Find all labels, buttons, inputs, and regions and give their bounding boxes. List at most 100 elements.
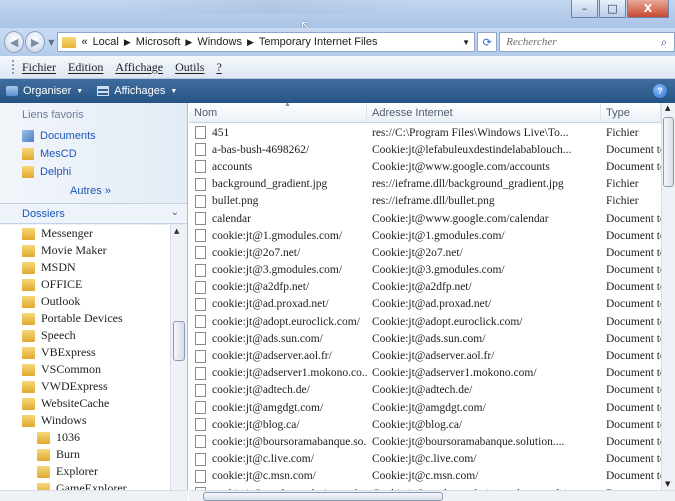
file-type: Fichier (606, 178, 639, 191)
scroll-thumb[interactable] (173, 321, 185, 361)
folder-tree-scrollbar[interactable]: ▲ (170, 225, 187, 490)
menu-edition[interactable]: Edition (68, 60, 103, 75)
folder-tree-hscrollbar[interactable] (0, 490, 188, 501)
file-row[interactable]: calendar Cookie:jt@www.google.com/calenda… (189, 210, 661, 227)
file-row[interactable]: bullet.png res://ieframe.dll/bullet.png Fi… (189, 193, 661, 210)
file-row[interactable]: cookie:jt@adtech.de/Cookie:jt@adtech.de/… (189, 382, 661, 399)
more-favorites-link[interactable]: Autres » (0, 181, 187, 201)
close-button[interactable]: X (627, 0, 669, 18)
file-type: Document texte (606, 367, 661, 380)
organize-icon (6, 86, 18, 96)
chevron-down-icon[interactable]: ⌄ (171, 207, 179, 218)
file-row[interactable]: background_gradient.jpg res://ieframe.dll… (189, 176, 661, 193)
scroll-down-icon[interactable]: ▼ (665, 480, 670, 488)
folder-tree-item[interactable]: Burn (0, 446, 170, 463)
file-icon (195, 435, 206, 449)
file-type: Document texte (606, 246, 661, 259)
file-row[interactable]: accounts Cookie:jt@www.google.com/account… (189, 158, 661, 175)
breadcrumb-microsoft[interactable]: Microsoft (136, 36, 181, 48)
address-bar[interactable]: « Local ▶ Microsoft ▶ Windows ▶ Temporar… (57, 32, 476, 52)
folder-tree-item[interactable]: Messenger (0, 225, 170, 242)
breadcrumb-overflow[interactable]: « (81, 36, 87, 48)
file-icon (195, 366, 206, 380)
file-row[interactable]: cookie:jt@blog.ca/Cookie:jt@blog.ca/Docu… (189, 416, 661, 433)
folder-tree-item[interactable]: VSCommon (0, 361, 170, 378)
file-rows: 451 res://C:\Program Files\Windows Live\T… (189, 124, 661, 501)
file-list-hscrollbar[interactable] (189, 490, 675, 501)
folder-tree-item[interactable]: VBExpress (0, 344, 170, 361)
breadcrumb-windows[interactable]: Windows (197, 36, 242, 48)
views-button[interactable]: Affichages ▼ (97, 85, 177, 97)
forward-arrow-icon[interactable]: ▶ (25, 31, 46, 53)
breadcrumb-temporary-internet-files[interactable]: Temporary Internet Files (259, 36, 378, 48)
organize-button[interactable]: Organiser ▼ (6, 85, 83, 97)
file-row[interactable]: cookie:jt@adserver1.mokono.co... Cookie:j… (189, 365, 661, 382)
file-name: cookie:jt@amgdgt.com/ (212, 401, 324, 414)
file-row[interactable]: cookie:jt@a2dfp.net/Cookie:jt@a2dfp.net/… (189, 279, 661, 296)
menu-bar: Fichier Edition Affichage Outils ? (0, 56, 675, 79)
window-controls: – □ X (571, 0, 669, 18)
menu-help[interactable]: ? (216, 60, 221, 75)
column-address[interactable]: Adresse Internet (367, 103, 601, 123)
favorite-delphi[interactable]: Delphi (0, 163, 187, 181)
folder-tree-item[interactable]: MSDN (0, 259, 170, 276)
folder-tree-item[interactable]: Movie Maker (0, 242, 170, 259)
column-name[interactable]: ▲ Nom (189, 103, 367, 123)
magnifier-icon[interactable]: ⌕ (654, 35, 674, 50)
breadcrumb-separator-icon[interactable]: ▶ (247, 37, 254, 48)
file-row[interactable]: cookie:jt@adopt.euroclick.com/Cookie:jt@… (189, 313, 661, 330)
menu-fichier[interactable]: Fichier (22, 60, 56, 75)
menu-affichage[interactable]: Affichage (115, 60, 163, 75)
help-icon[interactable]: ? (653, 84, 667, 98)
file-name-cell: cookie:jt@adserver.aol.fr/ (189, 349, 367, 363)
scroll-thumb[interactable] (663, 117, 674, 187)
file-row[interactable]: cookie:jt@ad.proxad.net/Cookie:jt@ad.pro… (189, 296, 661, 313)
file-row[interactable]: cookie:jt@2o7.net/Cookie:jt@2o7.net/Docu… (189, 244, 661, 261)
favorite-documents[interactable]: Documents (0, 127, 187, 145)
folder-tree-label: Portable Devices (41, 311, 123, 325)
folder-tree-item[interactable]: VWDExpress (0, 378, 170, 395)
folder-tree-label: Speech (41, 328, 76, 342)
file-address: Cookie:jt@www.google.com/accounts (372, 160, 550, 173)
file-row[interactable]: a-bas-bush-4698262/Cookie:jt@lefabuleuxd… (189, 141, 661, 158)
file-list-scrollbar[interactable]: ▲ ▼ (661, 103, 675, 490)
file-row[interactable]: cookie:jt@adserver.aol.fr/Cookie:jt@adse… (189, 347, 661, 364)
folder-tree-item[interactable]: Windows (0, 412, 170, 429)
file-type: Fichier (606, 126, 639, 139)
favorite-mescd[interactable]: MesCD (0, 145, 187, 163)
scroll-thumb[interactable] (203, 492, 443, 501)
folder-tree-item[interactable]: Speech (0, 327, 170, 344)
file-row[interactable]: cookie:jt@3.gmodules.com/Cookie:jt@3.gmo… (189, 262, 661, 279)
file-row[interactable]: cookie:jt@1.gmodules.com/Cookie:jt@1.gmo… (189, 227, 661, 244)
breadcrumb-separator-icon[interactable]: ▶ (124, 37, 131, 48)
file-row[interactable]: 451 res://C:\Program Files\Windows Live\T… (189, 124, 661, 141)
menu-grip (12, 60, 16, 74)
folder-tree-item[interactable]: Portable Devices (0, 310, 170, 327)
folder-tree-item[interactable]: OFFICE (0, 276, 170, 293)
file-row[interactable]: cookie:jt@c.msn.com/Cookie:jt@c.msn.com/… (189, 468, 661, 485)
column-type[interactable]: Type (601, 103, 661, 123)
folder-tree-item[interactable]: 1036 (0, 429, 170, 446)
folder-tree-item[interactable]: Outlook (0, 293, 170, 310)
folders-header[interactable]: Dossiers ⌄ (0, 203, 187, 224)
breadcrumb-separator-icon[interactable]: ▶ (185, 37, 192, 48)
search-input[interactable]: Rechercher ⌕ (499, 32, 675, 52)
folder-tree-item[interactable]: WebsiteCache (0, 395, 170, 412)
history-dropdown-icon[interactable]: ▼ (48, 38, 54, 47)
back-arrow-icon[interactable]: ◀ (4, 31, 25, 53)
minimize-button[interactable]: – (571, 0, 598, 18)
file-row[interactable]: cookie:jt@amgdgt.com/Cookie:jt@amgdgt.co… (189, 399, 661, 416)
file-row[interactable]: cookie:jt@boursoramabanque.so... Cookie:j… (189, 433, 661, 450)
scroll-up-icon[interactable]: ▲ (665, 104, 670, 112)
menu-outils[interactable]: Outils (175, 60, 204, 75)
scroll-up-icon[interactable]: ▲ (174, 227, 179, 235)
file-type: Fichier (606, 195, 639, 208)
breadcrumb-local[interactable]: Local (93, 36, 119, 48)
folder-tree-item[interactable]: Explorer (0, 463, 170, 480)
file-name: cookie:jt@3.gmodules.com/ (212, 264, 343, 277)
refresh-icon[interactable]: ⟳ (477, 32, 498, 52)
address-dropdown-icon[interactable]: ▼ (458, 38, 474, 47)
file-row[interactable]: cookie:jt@ads.sun.com/Cookie:jt@ads.sun.… (189, 330, 661, 347)
maximize-button[interactable]: □ (599, 0, 626, 18)
file-row[interactable]: cookie:jt@c.live.com/Cookie:jt@c.live.co… (189, 451, 661, 468)
